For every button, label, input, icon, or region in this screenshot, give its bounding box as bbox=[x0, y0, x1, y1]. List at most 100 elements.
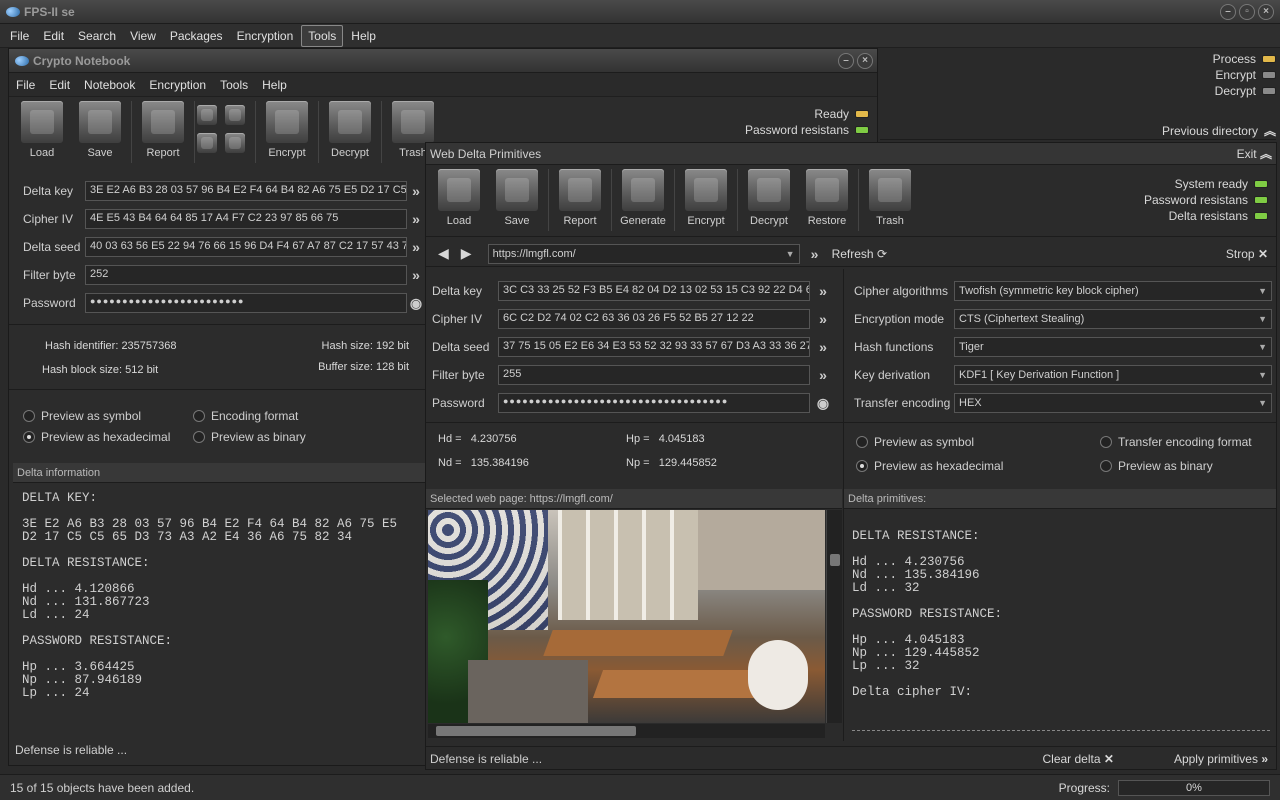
menu-search[interactable]: Search bbox=[72, 26, 122, 46]
toolbar-separator bbox=[194, 101, 195, 163]
transfer-encoding-select[interactable]: HEX ▼ bbox=[954, 393, 1272, 413]
eye-icon[interactable]: ◉ bbox=[407, 294, 425, 312]
menu-help[interactable]: Help bbox=[345, 26, 382, 46]
nb-radio-hex[interactable]: Preview as hexadecimal bbox=[23, 430, 170, 444]
nb-password-field[interactable]: ●●●●●●●●●●●●●●●●●●●●●●●● bbox=[85, 293, 407, 313]
hash-functions-select[interactable]: Tiger ▼ bbox=[954, 337, 1272, 357]
cipher-algorithms-select[interactable]: Twofish (symmetric key block cipher) ▼ bbox=[954, 281, 1272, 301]
forward-arrow-icon[interactable]: ▶ bbox=[461, 245, 472, 262]
image-horizontal-scrollbar[interactable] bbox=[428, 724, 825, 738]
printer-icon bbox=[559, 169, 601, 211]
nb-menu-edit[interactable]: Edit bbox=[43, 75, 76, 95]
menu-edit[interactable]: Edit bbox=[37, 26, 70, 46]
web-restore-button[interactable]: Restore bbox=[798, 169, 856, 227]
image-vertical-scrollbar[interactable] bbox=[826, 510, 842, 723]
nb-menu-notebook[interactable]: Notebook bbox=[78, 75, 141, 95]
clear-delta-button[interactable]: Clear delta ✕ bbox=[1043, 752, 1114, 766]
nb-encrypt-button[interactable]: Encrypt bbox=[258, 101, 316, 159]
minimize-icon[interactable]: – bbox=[1220, 3, 1236, 20]
camera-icon[interactable] bbox=[197, 105, 217, 125]
nb-delta-key-field[interactable]: 3E E2 A6 B3 28 03 57 96 B4 E2 F4 64 B4 8… bbox=[85, 181, 407, 201]
web-save-button[interactable]: Save bbox=[488, 169, 546, 227]
web-load-button[interactable]: Load bbox=[430, 169, 488, 227]
web-encrypt-button[interactable]: Encrypt bbox=[677, 169, 735, 227]
checklist-icon[interactable] bbox=[225, 133, 245, 153]
nb-delta-key-arrow-icon[interactable]: » bbox=[407, 182, 425, 200]
menu-file[interactable]: File bbox=[4, 26, 35, 46]
nb-load-button[interactable]: Load bbox=[13, 101, 71, 159]
previous-directory-button[interactable]: Previous directory ︽ bbox=[880, 122, 1276, 140]
nb-decrypt-button[interactable]: Decrypt bbox=[321, 101, 379, 159]
trash-icon bbox=[392, 101, 434, 143]
scroll-thumb[interactable] bbox=[830, 554, 840, 566]
menu-tools[interactable]: Tools bbox=[301, 24, 344, 47]
web-cipher-iv-field[interactable]: 6C C2 D2 74 02 C2 63 36 03 26 F5 52 B5 2… bbox=[498, 309, 810, 329]
nb-menu-encryption[interactable]: Encryption bbox=[143, 75, 212, 95]
go-arrow-icon[interactable]: » bbox=[806, 245, 824, 263]
delta-primitives-text[interactable]: DELTA RESISTANCE: Hd ... 4.230756 Nd ...… bbox=[852, 530, 1272, 726]
web-radio-hex[interactable]: Preview as hexadecimal bbox=[856, 459, 1003, 473]
web-delta-key-field[interactable]: 3C C3 33 25 52 F3 B5 E4 82 04 D2 13 02 5… bbox=[498, 281, 810, 301]
web-password-field[interactable]: ●●●●●●●●●●●●●●●●●●●●●●●●●●●●●●●●●●● bbox=[498, 393, 810, 413]
encryption-mode-select[interactable]: CTS (Ciphertext Stealing) ▼ bbox=[954, 309, 1272, 329]
nb-menu-file[interactable]: File bbox=[10, 75, 41, 95]
nb-delta-seed-arrow-icon[interactable]: » bbox=[407, 238, 425, 256]
chart-icon[interactable] bbox=[225, 105, 245, 125]
key-derivation-select[interactable]: KDF1 [ Key Derivation Function ] ▼ bbox=[954, 365, 1272, 385]
system-led-icon bbox=[1254, 180, 1268, 188]
close-icon[interactable]: × bbox=[1258, 3, 1274, 20]
eye-icon[interactable]: ◉ bbox=[814, 394, 832, 412]
apply-primitives-button[interactable]: Apply primitives » bbox=[1174, 752, 1268, 766]
web-delta-seed-field[interactable]: 37 75 15 05 E2 E6 34 E3 53 52 32 93 33 5… bbox=[498, 337, 810, 357]
web-password-label: Password bbox=[432, 396, 485, 410]
nb-radio-symbol[interactable]: Preview as symbol bbox=[23, 409, 141, 423]
notebook-minimize-icon[interactable]: – bbox=[838, 52, 854, 69]
nb-report-button[interactable]: Report bbox=[134, 101, 192, 159]
menu-packages[interactable]: Packages bbox=[164, 26, 229, 46]
delta-info-text[interactable]: DELTA KEY: 3E E2 A6 B3 28 03 57 96 B4 E2… bbox=[22, 492, 427, 742]
web-delta-seed-arrow-icon[interactable]: » bbox=[814, 338, 832, 356]
nb-radio-encoding[interactable]: Encoding format bbox=[193, 409, 298, 423]
nb-delta-seed-field[interactable]: 40 03 63 56 E5 22 94 76 66 15 96 D4 F4 6… bbox=[85, 237, 407, 257]
key-derivation-row: Key derivation KDF1 [ Key Derivation Func… bbox=[854, 361, 1274, 389]
url-input[interactable]: https://lmgfl.com/ ▼ bbox=[487, 243, 800, 264]
hash-id-value: 235757368 bbox=[121, 340, 177, 352]
web-radio-transfer[interactable]: Transfer encoding format bbox=[1100, 435, 1252, 449]
encryption-mode-value: CTS (Ciphertext Stealing) bbox=[959, 313, 1085, 325]
menu-view[interactable]: View bbox=[124, 26, 162, 46]
maximize-icon[interactable]: ▫ bbox=[1239, 3, 1255, 20]
scroll-thumb[interactable] bbox=[436, 726, 636, 736]
back-arrow-icon[interactable]: ◀ bbox=[438, 245, 449, 262]
web-exit-button[interactable]: Exit ︽ bbox=[1237, 145, 1272, 162]
stop-button[interactable]: Strop ✕ bbox=[1226, 247, 1268, 261]
web-filter-byte-arrow-icon[interactable]: » bbox=[814, 366, 832, 384]
nb-filter-byte-field[interactable]: 252 bbox=[85, 265, 407, 285]
nb-password-label: Password bbox=[23, 296, 76, 310]
app-status-text: 15 of 15 objects have been added. bbox=[10, 780, 195, 795]
menu-encryption[interactable]: Encryption bbox=[231, 26, 300, 46]
web-radio-symbol[interactable]: Preview as symbol bbox=[856, 435, 974, 449]
nb-radio-binary[interactable]: Preview as binary bbox=[193, 430, 306, 444]
notebook-close-icon[interactable]: × bbox=[857, 52, 873, 69]
nb-filter-byte-arrow-icon[interactable]: » bbox=[407, 266, 425, 284]
nb-cipher-iv-arrow-icon[interactable]: » bbox=[407, 210, 425, 228]
web-filter-byte-field[interactable]: 255 bbox=[498, 365, 810, 385]
nb-cipher-iv-field[interactable]: 4E E5 43 B4 64 64 85 17 A4 F7 C2 23 97 8… bbox=[85, 209, 407, 229]
settings-icon[interactable] bbox=[197, 133, 217, 153]
web-report-button[interactable]: Report bbox=[551, 169, 609, 227]
refresh-icon: ⟳ bbox=[876, 246, 887, 261]
web-cipher-iv-arrow-icon[interactable]: » bbox=[814, 310, 832, 328]
web-delta-key-arrow-icon[interactable]: » bbox=[814, 282, 832, 300]
nb-radio-binary-label: Preview as binary bbox=[211, 430, 306, 444]
web-trash-button[interactable]: Trash bbox=[861, 169, 919, 227]
web-radio-binary[interactable]: Preview as binary bbox=[1100, 459, 1213, 473]
nb-save-button[interactable]: Save bbox=[71, 101, 129, 159]
web-generate-button[interactable]: Generate bbox=[614, 169, 672, 227]
nb-menu-help[interactable]: Help bbox=[256, 75, 293, 95]
key-icon bbox=[329, 101, 371, 143]
nb-menu-tools[interactable]: Tools bbox=[214, 75, 254, 95]
password-led-icon bbox=[1254, 196, 1268, 204]
refresh-button[interactable]: Refresh ⟳ bbox=[832, 247, 887, 261]
nb-load-label: Load bbox=[29, 147, 55, 159]
web-decrypt-button[interactable]: Decrypt bbox=[740, 169, 798, 227]
